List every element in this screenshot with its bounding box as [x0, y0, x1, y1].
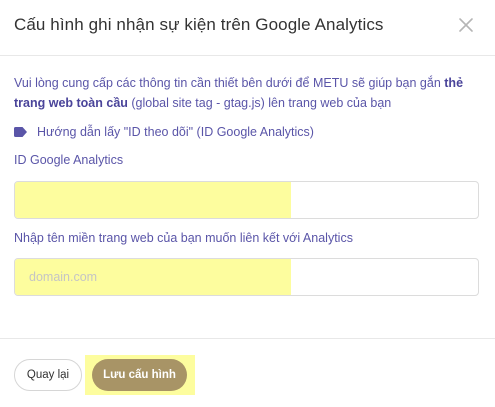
guide-link[interactable]: Hướng dẫn lấy "ID theo dõi" (ID Google A…: [14, 125, 314, 139]
save-button[interactable]: Lưu cấu hình: [92, 359, 187, 391]
ga-id-field[interactable]: [14, 181, 479, 219]
modal-header: Cấu hình ghi nhận sự kiện trên Google An…: [0, 0, 495, 56]
ga-id-input[interactable]: [15, 182, 478, 218]
ga-config-modal: Cấu hình ghi nhận sự kiện trên Google An…: [0, 0, 495, 407]
ga-id-label: ID Google Analytics: [14, 153, 124, 167]
intro-text: Vui lòng cung cấp các thông tin cần thiế…: [14, 73, 484, 113]
guide-link-label: Hướng dẫn lấy "ID theo dõi" (ID Google A…: [37, 125, 314, 139]
save-button-highlight: Lưu cấu hình: [85, 355, 195, 395]
modal-title: Cấu hình ghi nhận sự kiện trên Google An…: [14, 15, 384, 34]
domain-label: Nhập tên miền trang web của bạn muốn liê…: [14, 231, 353, 245]
intro-text-before: Vui lòng cung cấp các thông tin cần thiế…: [14, 76, 445, 90]
back-button[interactable]: Quay lại: [14, 359, 82, 391]
domain-input[interactable]: [15, 259, 478, 295]
modal-footer: Quay lại Lưu cấu hình: [0, 338, 495, 407]
close-icon[interactable]: [457, 16, 475, 34]
domain-field[interactable]: [14, 258, 479, 296]
tag-icon: [14, 127, 27, 137]
intro-text-after: (global site tag - gtag.js) lên trang we…: [127, 96, 392, 110]
